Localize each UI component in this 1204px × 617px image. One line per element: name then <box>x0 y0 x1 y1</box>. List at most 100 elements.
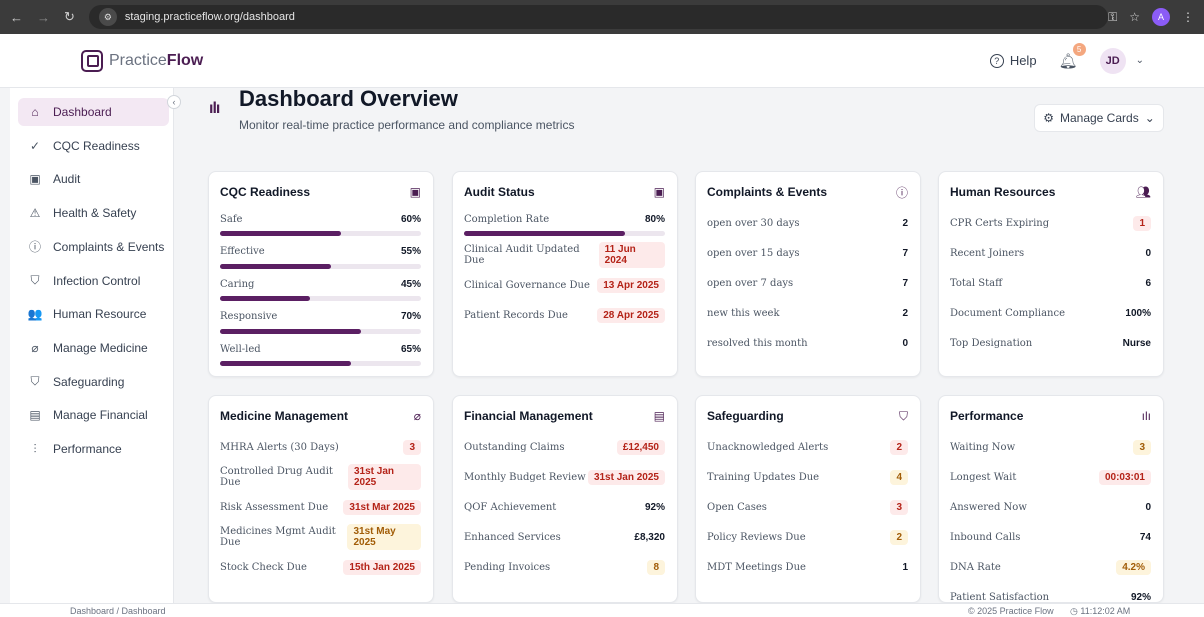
reload-icon[interactable]: ↻ <box>64 9 75 25</box>
status-badge: £12,450 <box>616 439 665 455</box>
users-icon[interactable]: 👥︎ <box>1136 185 1151 199</box>
sidebar-item-infection-control[interactable]: ⛉ Infection Control <box>18 267 169 295</box>
list-item: new this week 2 <box>707 307 908 319</box>
progress-fill <box>220 361 351 366</box>
home-icon: ⌂ <box>31 105 39 119</box>
list-item: Medicines Mgmt Audit Due 31st May 2025 <box>220 524 421 550</box>
list-item: Open Cases 3 <box>707 497 908 517</box>
pill-icon[interactable]: ⌀ <box>414 409 421 423</box>
list-item: Completion Rate 80% <box>464 213 665 225</box>
card-audit-status: Audit Status ▣ Completion Rate 80% Clinic… <box>452 171 678 377</box>
manage-cards-button[interactable]: ⚙ Manage Cards ⌄ <box>1034 104 1164 132</box>
shield-check-icon: ⛉ <box>30 374 40 389</box>
page-title: Dashboard Overview <box>239 86 458 111</box>
metric-value: 7 <box>902 277 908 289</box>
sidebar-item-human-resource[interactable]: 👥 Human Resource <box>18 300 169 328</box>
copyright: © 2025 Practice Flow <box>968 606 1054 616</box>
list-item: open over 7 days 7 <box>707 277 908 289</box>
progress-bar <box>220 296 421 301</box>
status-badge: 15th Jan 2025 <box>343 559 421 575</box>
list-item: Longest Wait 00:03:01 <box>950 467 1151 487</box>
list-item: Responsive 70% <box>220 311 421 322</box>
progress-fill <box>220 296 311 301</box>
bookmark-star-icon[interactable]: ☆ <box>1129 10 1140 24</box>
status-badge: 13 Apr 2025 <box>597 277 665 293</box>
sidebar-item-audit[interactable]: ▣ Audit <box>18 165 169 193</box>
list-item: Monthly Budget Review 31st Jan 2025 <box>464 467 665 487</box>
alert-circle-icon: ⓘ <box>28 240 41 255</box>
collapse-sidebar-button[interactable]: ‹ <box>167 95 181 109</box>
status-badge: 8 <box>647 559 665 575</box>
status-badge: 11 Jun 2024 <box>598 242 665 268</box>
card-title: Audit Status <box>464 185 535 199</box>
sidebar-item-complaints-events[interactable]: ⓘ Complaints & Events <box>18 233 169 261</box>
sidebar-item-performance[interactable]: ⫶ Performance <box>18 435 169 463</box>
password-key-icon[interactable]: ⚿ <box>1108 10 1117 25</box>
bar-chart-icon[interactable]: ılı <box>1142 409 1151 423</box>
sidebar-item-manage-medicine[interactable]: ⌀ Manage Medicine <box>18 334 169 362</box>
clipboard-check-icon[interactable]: ▣ <box>410 185 421 199</box>
profile-avatar[interactable]: A <box>1152 8 1170 26</box>
check-circle-icon: ✓ <box>29 138 41 153</box>
list-item: CPR Certs Expiring 1 <box>950 213 1151 233</box>
notifications-button[interactable]: 🔔︎ 5 <box>1059 42 1086 70</box>
list-item: Stock Check Due 15th Jan 2025 <box>220 557 421 577</box>
practiceflow-logo[interactable]: Practice Flow <box>81 49 203 72</box>
sidebar-item-label: Human Resource <box>53 307 147 322</box>
wallet-icon: ▤ <box>29 408 41 423</box>
wallet-icon[interactable]: ▤ <box>654 409 665 423</box>
sidebar-item-safeguarding[interactable]: ⛉ Safeguarding <box>18 368 169 396</box>
clipboard-check-icon[interactable]: ▣ <box>654 185 665 199</box>
sidebar-item-dashboard[interactable]: ⌂ Dashboard <box>18 98 169 126</box>
list-item: MHRA Alerts (30 Days) 3 <box>220 437 421 457</box>
status-badge: 3 <box>1133 439 1151 455</box>
card-title: Human Resources <box>950 185 1056 199</box>
browser-toolbar: ← → ↻ ⚙ staging.practiceflow.org/dashboa… <box>0 0 1204 34</box>
status-badge: 1 <box>1133 215 1151 231</box>
help-icon: ? <box>989 53 1004 68</box>
progress-fill <box>220 328 361 334</box>
list-item: Clinical Governance Due 13 Apr 2025 <box>464 275 665 295</box>
metric-value: Nurse <box>1122 337 1151 349</box>
metric-value: 7 <box>902 247 908 259</box>
status-badge: 31st May 2025 <box>347 524 421 550</box>
pill-icon: ⌀ <box>31 340 39 355</box>
forward-icon[interactable]: → <box>37 10 50 25</box>
page-subtitle: Monitor real-time practice performance a… <box>239 118 575 132</box>
metric-value: 0 <box>1145 247 1151 259</box>
sidebar-item-label: Performance <box>53 442 122 456</box>
status-badge: 31st Mar 2025 <box>343 499 421 515</box>
address-bar[interactable]: ⚙ staging.practiceflow.org/dashboard <box>88 5 1109 29</box>
chevron-down-icon[interactable]: ⌄ <box>1136 55 1144 66</box>
metric-value: 0 <box>902 337 908 349</box>
clock: ◷ 11:12:02 AM <box>1070 606 1131 616</box>
shield-check-icon[interactable]: ⛉ <box>899 409 908 424</box>
status-badge: 3 <box>890 499 908 515</box>
card-title: CQC Readiness <box>220 185 311 199</box>
sidebar-item-health-safety[interactable]: ⚠ Health & Safety <box>18 199 169 227</box>
clipboard-icon: ▣ <box>29 172 41 187</box>
sidebar-item-cqc-readiness[interactable]: ✓ CQC Readiness <box>18 132 169 160</box>
status-badge: 31st Jan 2025 <box>587 469 665 485</box>
help-button[interactable]: ? Help <box>989 53 1037 68</box>
alert-circle-icon[interactable]: ⓘ <box>896 184 908 201</box>
user-avatar[interactable]: JD <box>1099 47 1126 74</box>
list-item: Recent Joiners 0 <box>950 247 1151 259</box>
metric-value: 2 <box>902 307 908 319</box>
sidebar-item-manage-financial[interactable]: ▤ Manage Financial <box>18 401 169 429</box>
footer: Dashboard / Dashboard © 2025 Practice Fl… <box>0 603 1204 617</box>
sidebar-item-label: CQC Readiness <box>53 138 140 153</box>
list-item: Outstanding Claims £12,450 <box>464 437 665 457</box>
list-item: Unacknowledged Alerts 2 <box>707 437 908 457</box>
list-item: Caring 45% <box>220 278 421 290</box>
card-human-resources: Human Resources 👥︎ CPR Certs Expiring 1 Rec… <box>938 171 1164 377</box>
browser-menu-icon[interactable]: ⋮ <box>1182 10 1194 24</box>
card-medicine-management: Medicine Management ⌀ MHRA Alerts (30 Day… <box>208 395 434 603</box>
card-title: Complaints & Events <box>707 185 828 199</box>
site-settings-icon[interactable]: ⚙ <box>98 8 117 26</box>
back-icon[interactable]: ← <box>10 10 23 25</box>
card-safeguarding: Safeguarding ⛉ Unacknowledged Alerts 2 Trai… <box>695 395 921 603</box>
status-badge: 28 Apr 2025 <box>597 307 665 323</box>
status-badge: 3 <box>403 439 421 455</box>
list-item: MDT Meetings Due 1 <box>707 561 908 573</box>
